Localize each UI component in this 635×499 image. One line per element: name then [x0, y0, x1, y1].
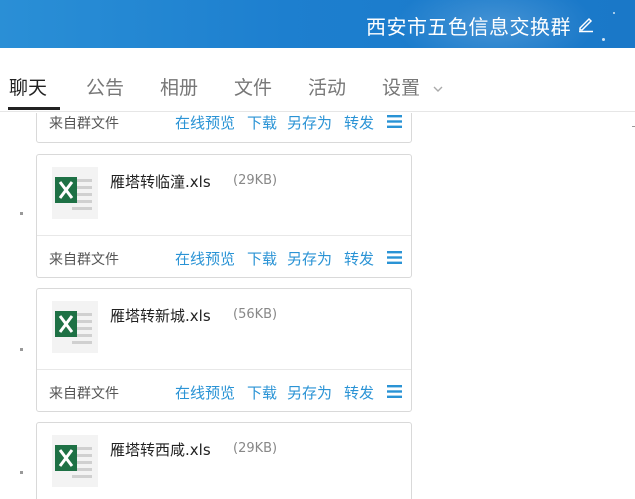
- file-card-info[interactable]: 雁塔转新城.xls (56KB): [37, 289, 411, 369]
- file-source-label: 来自群文件: [49, 116, 119, 132]
- preview-link[interactable]: 在线预览: [175, 248, 235, 269]
- file-size: (56KB): [233, 307, 278, 322]
- menu-icon[interactable]: [387, 385, 402, 398]
- preview-link[interactable]: 在线预览: [175, 113, 235, 133]
- download-link[interactable]: 下载: [247, 248, 277, 269]
- tab-activity[interactable]: 活动: [308, 73, 346, 100]
- excel-file-icon: [52, 435, 98, 487]
- forward-link[interactable]: 转发: [344, 248, 374, 269]
- file-name: 雁塔转新城.xls: [110, 307, 211, 325]
- forward-link[interactable]: 转发: [344, 382, 374, 403]
- excel-file-icon: [52, 301, 98, 353]
- decor-star: [602, 38, 605, 41]
- tab-chat[interactable]: 聊天: [9, 73, 47, 100]
- chevron-down-icon: [433, 86, 443, 92]
- message-marker: [20, 212, 23, 215]
- file-card-info[interactable]: 雁塔转西咸.xls (29KB): [37, 423, 411, 499]
- file-message-card: 雁塔转新城.xls (56KB) 来自群文件 在线预览 下载 另存为 转发: [36, 288, 412, 412]
- tab-album[interactable]: 相册: [160, 73, 198, 100]
- save-as-link[interactable]: 另存为: [287, 113, 332, 133]
- file-name: 雁塔转西咸.xls: [110, 441, 211, 459]
- excel-file-icon: [52, 167, 98, 219]
- file-size: (29KB): [233, 173, 278, 188]
- menu-icon[interactable]: [387, 251, 402, 264]
- decor-star: [613, 12, 615, 14]
- file-card-info[interactable]: 雁塔转临潼.xls (29KB): [37, 155, 411, 235]
- save-as-link[interactable]: 另存为: [287, 248, 332, 269]
- edit-icon[interactable]: [577, 15, 595, 33]
- file-card-actions: 来自群文件 在线预览 下载 另存为 转发: [37, 369, 411, 411]
- file-source-label: 来自群文件: [49, 252, 119, 268]
- file-name: 雁塔转临潼.xls: [110, 173, 211, 191]
- menu-icon[interactable]: [387, 115, 402, 128]
- file-card-actions: 来自群文件 在线预览 下载 另存为 转发: [37, 113, 411, 142]
- download-link[interactable]: 下载: [247, 113, 277, 133]
- group-title: 西安市五色信息交换群: [366, 15, 571, 39]
- message-marker: [20, 471, 23, 474]
- download-link[interactable]: 下载: [247, 382, 277, 403]
- forward-link[interactable]: 转发: [344, 113, 374, 133]
- file-message-card: 来自群文件 在线预览 下载 另存为 转发: [36, 113, 412, 143]
- file-message-card: 雁塔转西咸.xls (29KB): [36, 422, 412, 499]
- chat-message-list[interactable]: 来自群文件 在线预览 下载 另存为 转发 雁塔转临潼.xls (29KB) 来自…: [0, 113, 635, 499]
- tab-settings[interactable]: 设置: [382, 73, 444, 100]
- file-size: (29KB): [233, 441, 278, 456]
- tab-announcement[interactable]: 公告: [86, 73, 124, 100]
- save-as-link[interactable]: 另存为: [287, 382, 332, 403]
- active-tab-indicator: [8, 107, 60, 110]
- tab-bar: 聊天 公告 相册 文件 活动 设置: [0, 48, 635, 112]
- preview-link[interactable]: 在线预览: [175, 382, 235, 403]
- file-message-card: 雁塔转临潼.xls (29KB) 来自群文件 在线预览 下载 另存为 转发: [36, 154, 412, 278]
- title-bar: 西安市五色信息交换群: [0, 0, 635, 48]
- tab-settings-label: 设置: [382, 77, 421, 99]
- tab-files[interactable]: 文件: [234, 73, 272, 100]
- file-source-label: 来自群文件: [49, 386, 119, 402]
- file-card-actions: 来自群文件 在线预览 下载 另存为 转发: [37, 235, 411, 277]
- message-marker: [20, 348, 23, 351]
